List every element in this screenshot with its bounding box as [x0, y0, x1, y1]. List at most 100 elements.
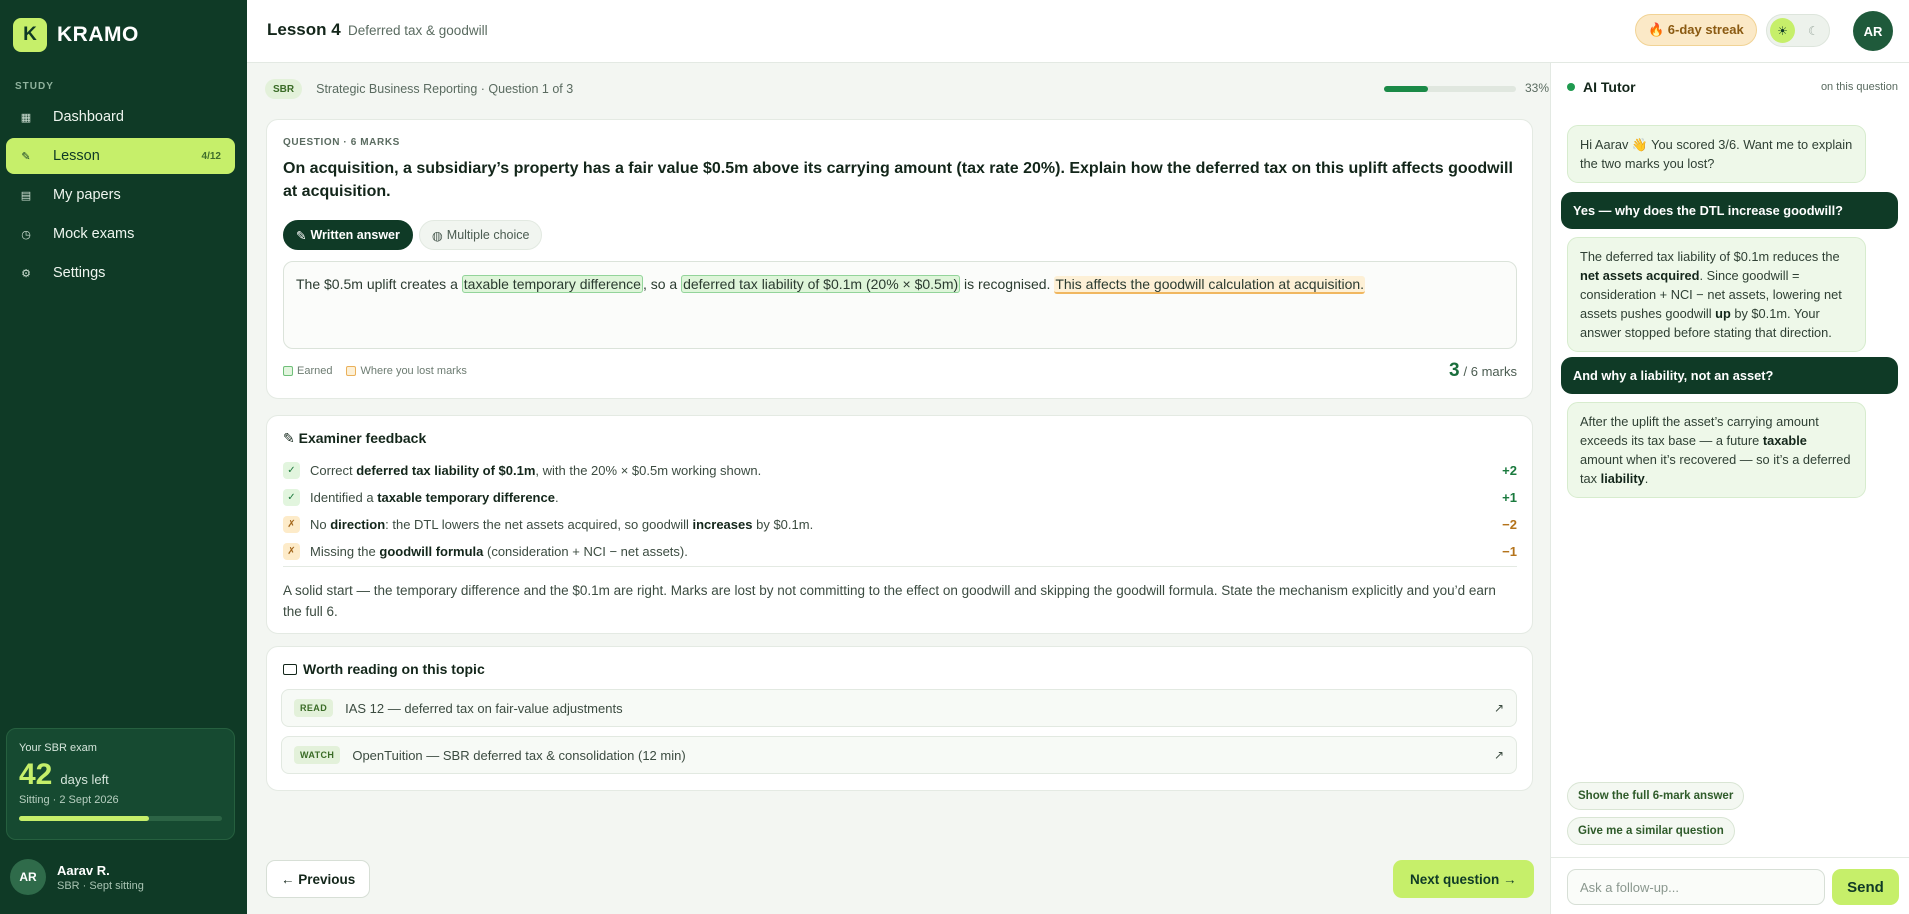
online-dot-icon	[1567, 83, 1575, 91]
divider	[1551, 857, 1909, 858]
reading-card: Worth reading on this topic READ IAS 12 …	[266, 646, 1533, 791]
exam-days-left: 42	[19, 758, 53, 791]
sidebar-item-settings[interactable]: ⚙ Settings	[6, 255, 235, 291]
earned-highlight: deferred tax liability of $0.1m (20% × $…	[681, 275, 961, 293]
logo-mark: K	[13, 18, 47, 52]
next-question-button[interactable]: Next question →	[1393, 860, 1534, 898]
question-strip: SBR Strategic Business Reporting · Quest…	[265, 78, 1549, 100]
question-progress-percent: 33%	[1525, 81, 1550, 95]
marks-delta: −1	[1502, 544, 1517, 559]
tab-label: Multiple choice	[446, 228, 530, 242]
external-link-icon: ↗	[1493, 701, 1504, 715]
tutor-header: AI Tutor	[1567, 79, 1636, 95]
top-bar: Lesson 4 Deferred tax & goodwill 🔥 6-day…	[247, 0, 1909, 63]
check-icon: ✓	[283, 462, 300, 479]
cross-icon: ✗	[283, 516, 300, 533]
tutor-message: Hi Aarav 👋 You scored 3/6. Want me to ex…	[1567, 125, 1866, 183]
marks-delta: +2	[1502, 463, 1517, 478]
send-button[interactable]: Send	[1832, 869, 1899, 905]
divider	[283, 566, 1517, 567]
check-icon: ✓	[283, 489, 300, 506]
papers-icon: ▤	[20, 189, 32, 202]
answer-text: The $0.5m uplift creates a	[296, 276, 462, 292]
theme-toggle[interactable]: ☀ ☾	[1766, 14, 1830, 47]
lesson-progress-badge: 4/12	[201, 150, 221, 162]
marks-delta: +1	[1502, 490, 1517, 505]
resource-link-read[interactable]: READ IAS 12 — deferred tax on fair-value…	[281, 689, 1517, 727]
resource-tag: WATCH	[294, 746, 341, 764]
feedback-text: Identified a taxable temporary differenc…	[310, 490, 559, 505]
page-title: Lesson 4	[267, 20, 341, 39]
grid-icon: ▦	[20, 111, 32, 124]
highlight-legend: Earned Where you lost marks	[283, 365, 467, 377]
resource-tag: READ	[294, 699, 334, 717]
sidebar-item-lesson[interactable]: ✎ Lesson 4/12	[6, 138, 235, 174]
score: 3 / 6 marks	[1449, 360, 1517, 382]
moon-icon[interactable]: ☾	[1801, 18, 1826, 43]
choice-icon: ◍	[431, 228, 443, 243]
score-total: / 6 marks	[1463, 364, 1517, 379]
question-progress-bar	[1384, 86, 1516, 92]
avatar: AR	[10, 859, 46, 895]
tab-written-answer[interactable]: ✎ Written answer	[283, 220, 413, 250]
sidebar-nav: ▦ Dashboard ✎ Lesson 4/12 ▤ My papers ◷ …	[6, 99, 235, 294]
legend-earned: Earned	[297, 365, 333, 377]
feedback-row: ✗ Missing the goodwill formula (consider…	[283, 538, 1517, 565]
main-content: SBR Strategic Business Reporting · Quest…	[247, 63, 1550, 914]
exam-days-unit: days left	[60, 772, 109, 787]
tutor-context: on this question	[1820, 81, 1898, 93]
user-message: And why a liability, not an asset?	[1561, 357, 1898, 394]
exam-progress-fill	[19, 816, 149, 821]
resource-title: OpenTuition — SBR deferred tax & consoli…	[352, 747, 686, 763]
question-breadcrumb: Strategic Business Reporting · Question …	[316, 82, 574, 96]
sidebar-item-label: Lesson	[53, 148, 100, 164]
previous-button[interactable]: ← Previous	[266, 860, 371, 898]
page-subtitle: Deferred tax & goodwill	[348, 23, 488, 38]
sidebar-item-mock-exams[interactable]: ◷ Mock exams	[6, 216, 235, 252]
sidebar-item-label: Settings	[53, 265, 106, 281]
subject-pill: SBR	[265, 79, 303, 99]
suggestion-chip[interactable]: Show the full 6-mark answer	[1567, 782, 1745, 810]
sidebar-item-my-papers[interactable]: ▤ My papers	[6, 177, 235, 213]
sidebar-item-dashboard[interactable]: ▦ Dashboard	[6, 99, 235, 135]
logo[interactable]: K KRAMO	[13, 18, 139, 52]
score-value: 3	[1448, 360, 1460, 381]
tutor-message: After the uplift the asset’s carrying am…	[1567, 402, 1866, 498]
marks-delta: −2	[1502, 517, 1517, 532]
follow-up-input[interactable]	[1567, 869, 1825, 905]
feedback-summary: A solid start — the temporary difference…	[283, 583, 1496, 619]
tab-multiple-choice[interactable]: ◍ Multiple choice	[418, 220, 543, 250]
feedback-row: ✗ No direction: the DTL lowers the net a…	[283, 511, 1517, 538]
question-text: On acquisition, a subsidiary’s property …	[283, 160, 1513, 200]
tutor-message: The deferred tax liability of $0.1m redu…	[1567, 237, 1866, 352]
sidebar-item-label: Mock exams	[53, 226, 135, 242]
examiner-feedback-card: ✎ Examiner feedback ✓ Correct deferred t…	[266, 415, 1533, 634]
book-icon	[283, 663, 297, 675]
user-message: Yes — why does the DTL increase goodwill…	[1561, 192, 1898, 229]
account-avatar[interactable]: AR	[1853, 11, 1893, 51]
legend-lost: Where you lost marks	[360, 365, 467, 377]
streak-badge[interactable]: 🔥 6-day streak	[1635, 14, 1757, 46]
written-answer-field[interactable]: The $0.5m uplift creates a taxable tempo…	[283, 261, 1517, 349]
clock-icon: ◷	[21, 228, 31, 241]
tab-label: Written answer	[310, 228, 400, 242]
question-meta: QUESTION · 6 MARKS	[283, 137, 400, 148]
lost-swatch	[346, 366, 357, 376]
resource-link-watch[interactable]: WATCH OpenTuition — SBR deferred tax & c…	[281, 736, 1517, 774]
sun-icon[interactable]: ☀	[1770, 18, 1795, 43]
exam-progress-bar	[19, 816, 222, 821]
exam-sitting-date: Sitting · 2 Sept 2026	[19, 794, 119, 806]
sidebar: K KRAMO STUDY ▦ Dashboard ✎ Lesson 4/12 …	[0, 0, 247, 914]
user-profile[interactable]: AR Aarav R. SBR · Sept sitting	[10, 859, 144, 895]
suggestion-chip[interactable]: Give me a similar question	[1567, 817, 1735, 845]
nav-section-label: STUDY	[15, 81, 54, 92]
tutor-title: AI Tutor	[1583, 79, 1636, 95]
earned-swatch	[283, 366, 293, 376]
pencil-icon: ✎	[296, 228, 307, 243]
logo-text: KRAMO	[57, 23, 139, 46]
feedback-title: ✎ Examiner feedback	[283, 430, 427, 446]
question-progress-fill	[1384, 86, 1428, 92]
external-link-icon: ↗	[1493, 748, 1504, 762]
cross-icon: ✗	[283, 543, 300, 560]
exam-countdown-card: Your SBR exam 42 days left Sitting · 2 S…	[6, 728, 235, 840]
